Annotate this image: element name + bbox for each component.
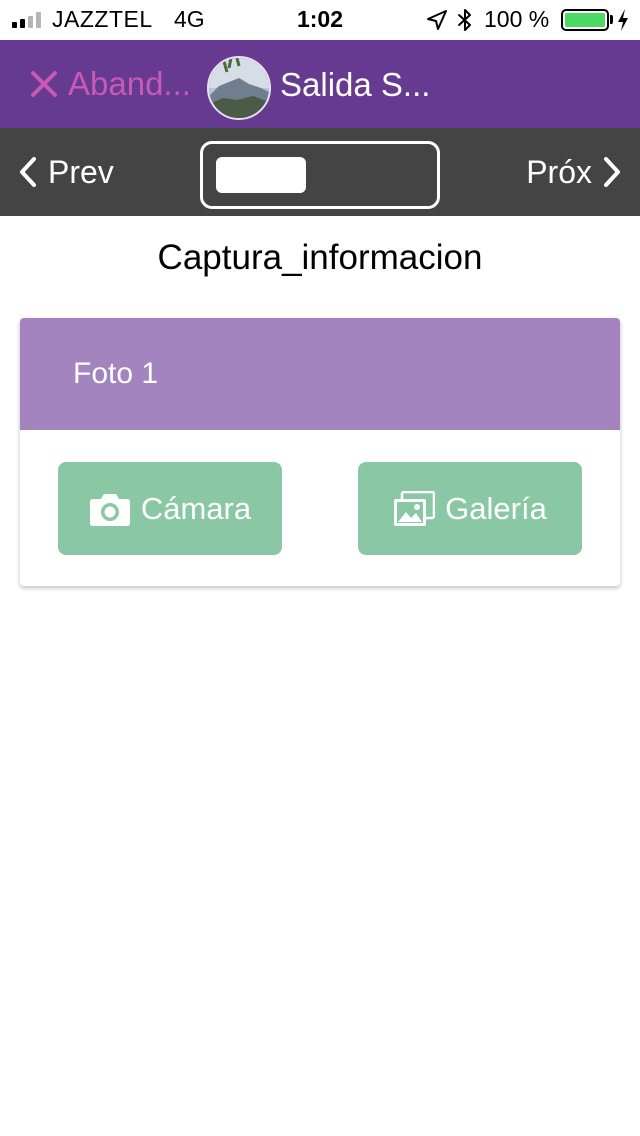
page-selector[interactable]: [200, 141, 440, 209]
avatar-image: [209, 58, 269, 118]
prev-label: Prev: [48, 153, 114, 190]
prev-button[interactable]: Prev: [18, 152, 114, 192]
charging-icon: [618, 9, 628, 31]
chevron-left-icon: [20, 157, 36, 187]
avatar: [207, 56, 271, 120]
location-arrow-icon: [427, 10, 447, 30]
section-header: Foto 1: [20, 318, 620, 430]
section-title: Foto 1: [73, 357, 159, 390]
navigation-bar: Prev Próx: [0, 128, 640, 216]
battery-percent: 100 %: [484, 6, 550, 32]
camera-label: Cámara: [140, 490, 252, 526]
close-icon: [31, 71, 57, 97]
camera-icon: [89, 493, 130, 526]
battery-tip: [610, 15, 613, 24]
camera-button[interactable]: Cámara: [58, 462, 282, 555]
chevron-right-icon: [604, 157, 620, 187]
next-button[interactable]: Próx: [526, 152, 622, 192]
bluetooth-icon: [458, 9, 471, 31]
header-title: Salida S...: [280, 66, 431, 103]
form-title: Captura_informacion: [157, 238, 483, 277]
app-header: Aband... Salida S...: [0, 40, 640, 128]
images-icon: [394, 490, 436, 526]
abandon-label: Aband...: [68, 65, 191, 102]
battery-icon: [561, 9, 609, 31]
next-label: Próx: [526, 153, 592, 190]
abandon-button[interactable]: Aband...: [30, 65, 191, 102]
gallery-button[interactable]: Galería: [358, 462, 582, 555]
status-bar: JAZZTEL 4G 1:02 100 %: [0, 0, 640, 40]
page-selector-indicator: [216, 157, 306, 193]
photo-section-card: Foto 1 Cámara Galería: [20, 318, 620, 586]
gallery-label: Galería: [445, 490, 547, 526]
